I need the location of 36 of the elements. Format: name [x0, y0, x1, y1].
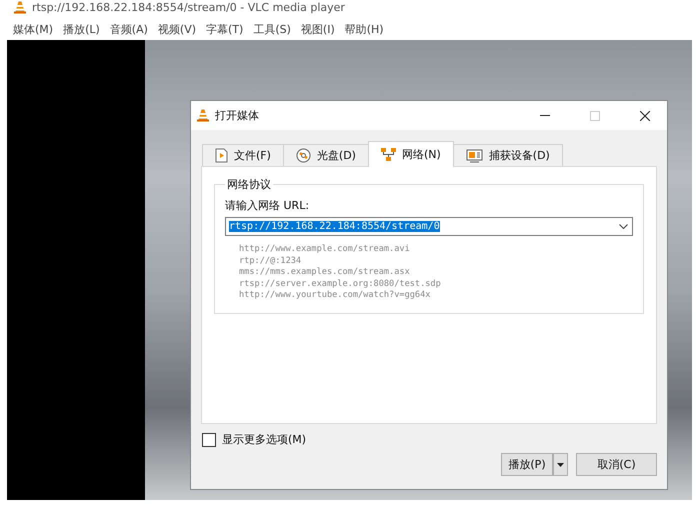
menu-item[interactable]: 视频(V) [152, 22, 202, 36]
tab[interactable]: 网络(N) [368, 141, 454, 167]
maximize-icon [590, 110, 600, 120]
menu-item[interactable]: 音频(A) [104, 22, 153, 36]
menu-item[interactable]: 播放(L) [58, 22, 105, 36]
window-title: rtsp://192.168.22.184:8554/stream/0 - VLC media player [32, 0, 345, 14]
dialog-title: 打开媒体 [215, 108, 260, 123]
caret-icon [557, 462, 564, 466]
chevron-icon [619, 224, 628, 229]
disc-icon [296, 148, 311, 163]
cancel-button[interactable]: 取消(C) [576, 453, 657, 476]
file-icon [215, 148, 228, 163]
example-url: rtsp://server.example.org:8080/test.sdp [239, 278, 442, 290]
example-url: rtp://@:1234 [239, 256, 302, 267]
menu-item[interactable]: 媒体(M) [8, 22, 58, 36]
checkbox-label[interactable]: 显示更多选项(M) [222, 432, 306, 447]
capture-device-icon [466, 148, 483, 162]
vlc-cone-icon [14, 0, 26, 14]
url-combobox[interactable]: rtsp://192.168.22.184:8554/stream/0 [225, 217, 633, 236]
example-url: mms://mms.examples.com/stream.asx [239, 267, 411, 279]
menu-item[interactable]: 视图(I) [296, 22, 340, 36]
network-icon [380, 148, 396, 162]
example-url: http://www.example.com/stream.avi [239, 244, 411, 256]
group-title: 网络协议 [226, 177, 272, 192]
menu-item[interactable]: 帮助(H) [340, 22, 389, 36]
tab[interactable]: 捕获设备(D) [452, 144, 563, 166]
menu-item[interactable]: 工具(S) [248, 22, 296, 36]
tab[interactable]: 文件(F) [202, 144, 284, 166]
close-icon[interactable] [640, 110, 650, 120]
menu-item[interactable]: 字幕(T) [201, 22, 248, 36]
checkbox[interactable] [202, 432, 216, 446]
example-url: http://www.yourtube.com/watch?v=gg64x [239, 290, 432, 302]
vlc-cone-icon [197, 109, 209, 122]
url-label: 请输入网络 URL: [225, 198, 310, 213]
play-dropdown-button[interactable] [553, 453, 568, 476]
play-button[interactable]: 播放(P) [501, 453, 553, 476]
